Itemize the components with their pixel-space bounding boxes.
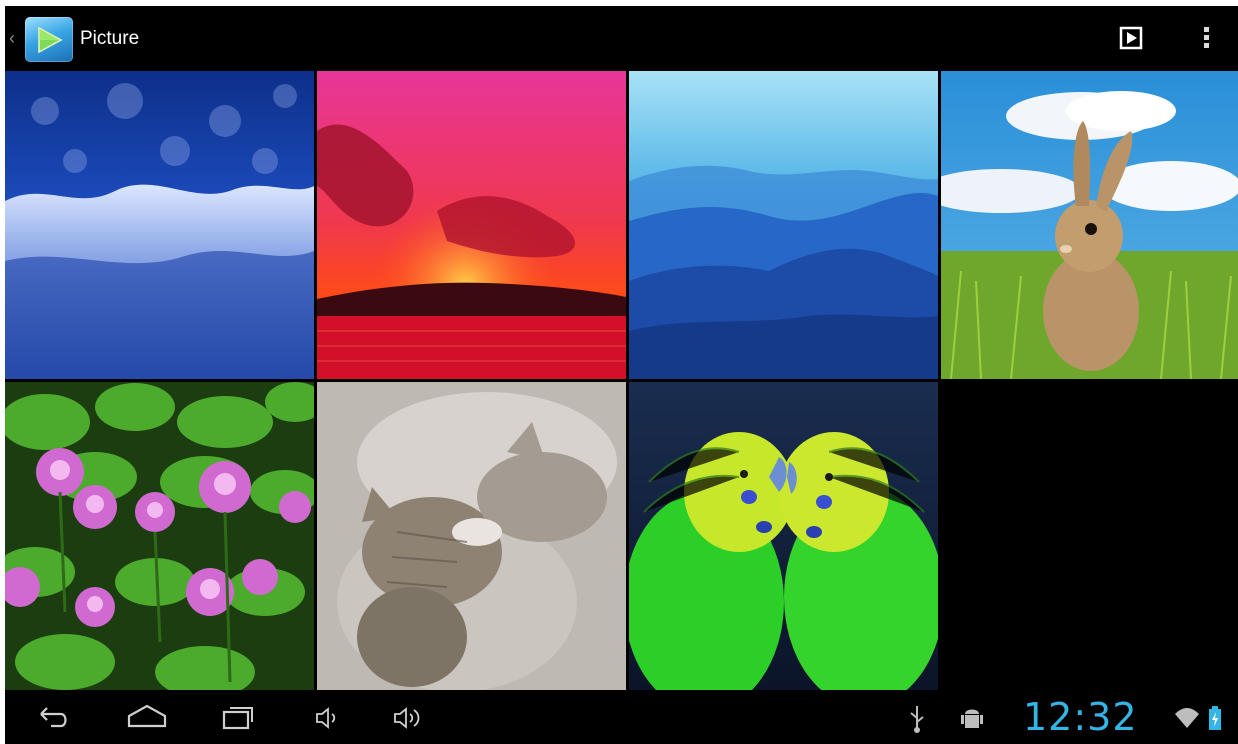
thumbnail-red-sunset[interactable] (317, 71, 626, 379)
overflow-menu-icon[interactable] (1195, 22, 1219, 54)
back-icon[interactable] (33, 700, 73, 736)
android-debug-icon (958, 700, 986, 736)
usb-icon (905, 700, 929, 736)
home-icon[interactable] (123, 700, 171, 736)
slideshow-icon[interactable] (1115, 22, 1147, 54)
thumbnail-blue-mountains[interactable] (629, 71, 938, 379)
thumbnail-water-lilies[interactable] (5, 382, 314, 690)
thumbnail-parakeets[interactable] (629, 382, 938, 690)
thumbnail-kittens[interactable] (317, 382, 626, 690)
battery-icon (1205, 700, 1225, 736)
up-caret-icon[interactable]: ‹ (9, 28, 19, 48)
system-navigation-bar: 12:32 (5, 692, 1238, 744)
volume-up-icon[interactable] (389, 700, 425, 736)
thumbnail-frosted-forest[interactable] (5, 71, 314, 379)
volume-down-icon[interactable] (311, 700, 341, 736)
thumbnail-grid (5, 71, 1238, 691)
gallery-screen: ‹ Picture 12:32 (5, 6, 1238, 744)
app-title: Picture (80, 28, 140, 49)
gallery-play-icon[interactable] (25, 17, 73, 62)
recent-apps-icon[interactable] (218, 700, 258, 736)
thumbnail-rabbit[interactable] (941, 71, 1238, 379)
wifi-icon (1173, 700, 1201, 736)
action-bar: ‹ Picture (5, 6, 1238, 70)
status-clock[interactable]: 12:32 (1023, 695, 1138, 739)
